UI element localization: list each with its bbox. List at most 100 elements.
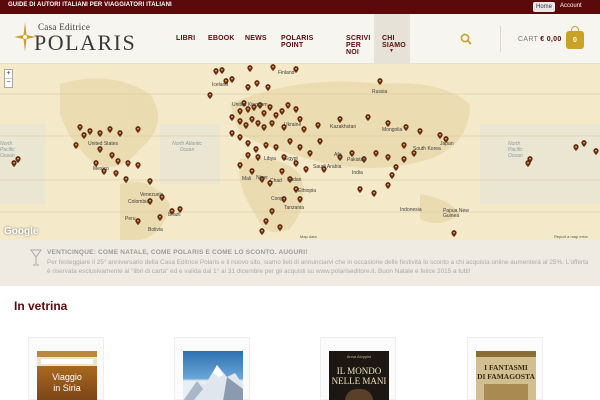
book-cover-i-fantasmi-di-famagosta[interactable]: I FANTASMI DI FAMAGOSTA <box>476 351 536 400</box>
map-pin-dot <box>367 115 369 118</box>
account-link[interactable]: Account <box>560 3 582 9</box>
map-pin-dot <box>111 153 113 156</box>
nav-chi-siamo[interactable]: CHI SIAMO <box>382 35 406 49</box>
book-card[interactable] <box>174 337 250 400</box>
map-pin-dot <box>263 111 265 114</box>
map-zoom-control[interactable]: + − <box>4 69 13 88</box>
map-pin-dot <box>317 123 319 126</box>
map-pin-dot <box>257 155 259 158</box>
nav-scrivi-per-noi[interactable]: SCRIVI PER NOI <box>346 35 371 56</box>
map-pin-dot <box>272 65 274 68</box>
chevron-down-icon: ▼ <box>389 48 394 54</box>
map-label-egypt: Egypt <box>285 156 298 162</box>
announcement: VENTICINQUE: COME NATALE, COME POLARIS E… <box>0 240 600 286</box>
book-author: Anna Aloppini <box>346 354 372 359</box>
map-data-credit: Map data <box>300 234 317 239</box>
nav-libri[interactable]: LIBRI <box>176 35 195 42</box>
map-pin-dot <box>99 147 101 150</box>
zoom-out-button[interactable]: − <box>5 78 12 87</box>
map-pin-dot <box>387 155 389 158</box>
book-card[interactable]: Anna Aloppini IL MONDO NELLE MANI <box>320 337 396 400</box>
map-pin-dot <box>391 173 393 176</box>
map-pin-dot <box>251 169 253 172</box>
book-cover-viaggio-in-siria[interactable]: Viaggio in Siria <box>37 351 97 400</box>
map-pin-dot <box>295 107 297 110</box>
book-card[interactable]: Viaggio in Siria <box>28 337 104 400</box>
mountain-illustration <box>183 365 243 400</box>
map-pin-dot <box>261 229 263 232</box>
site-tagline: GUIDE DI AUTORI ITALIANI PER VIAGGIATORI… <box>8 2 172 8</box>
map-pin-dot <box>75 143 77 146</box>
map-pin-dot <box>265 219 267 222</box>
map-label-japan: Japan <box>440 141 454 147</box>
cart-link[interactable]: CART € 0,00 <box>518 36 562 43</box>
map-label-niger: Niger <box>256 175 268 181</box>
map-pin-dot <box>289 139 291 142</box>
map-pin-dot <box>95 161 97 164</box>
book-title-line1: IL MONDO <box>336 366 382 376</box>
map-label-north-atlantic: North Atlantic Ocean <box>172 141 202 153</box>
map-pin-dot <box>309 151 311 154</box>
cart-bag-icon[interactable]: 0 <box>566 26 584 49</box>
map-pin-dot <box>269 105 271 108</box>
announcement-title[interactable]: VENTICINQUE: COME NATALE, COME POLARIS E… <box>47 249 308 256</box>
map-pin-dot <box>215 69 217 72</box>
map-pin-dot <box>239 119 241 122</box>
map-label-tanzania: Tanzania <box>284 205 305 211</box>
map-pin-dot <box>419 129 421 132</box>
map-pin-dot <box>83 133 85 136</box>
world-map[interactable]: + − Finland Iceland Russia United Kingdo… <box>0 64 600 240</box>
book-cover-mountain[interactable] <box>183 351 243 400</box>
site-logo[interactable]: Casa Editrice POLARIS <box>14 22 135 58</box>
map-pin-dot <box>267 85 269 88</box>
zoom-in-button[interactable]: + <box>5 70 12 78</box>
book-title-line1: Viaggio <box>52 372 82 382</box>
wine-glass-icon <box>30 249 42 266</box>
map-label-chad: Chad <box>270 178 282 184</box>
map-pin-dot <box>247 153 249 156</box>
map-pin-dot <box>127 161 129 164</box>
map-pin-dot <box>245 123 247 126</box>
map-pin-dot <box>247 85 249 88</box>
map-label-north-pacific-right: North Pacific Ocean <box>508 141 523 159</box>
map-label-south-korea: South Korea <box>413 146 441 152</box>
nav-polaris-point[interactable]: POLARIS POINT <box>281 35 314 49</box>
cart-amount: € 0,00 <box>540 36 562 43</box>
map-pin-dot <box>239 109 241 112</box>
map-label-congo: Congo <box>271 196 286 202</box>
map-label-indonesia: Indonesia <box>400 207 422 213</box>
map-label-papua: Papua New Guinea <box>443 208 469 219</box>
nav-news[interactable]: NEWS <box>245 35 267 42</box>
map-pin-dot <box>275 145 277 148</box>
map-pin-dot <box>299 197 301 200</box>
map-pin-dot <box>271 209 273 212</box>
map-pin-dot <box>373 191 375 194</box>
map-pin-dot <box>137 127 139 130</box>
map-label-finland: Finland <box>278 70 295 76</box>
map-label-saudi-arabia: Saudi Arabia <box>313 164 342 170</box>
map-label-north-pacific-left: North Pacific Ocean <box>0 141 15 159</box>
map-pin-dot <box>159 215 161 218</box>
map-pin-dot <box>275 113 277 116</box>
top-bar: GUIDE DI AUTORI ITALIANI PER VIAGGIATORI… <box>0 0 600 14</box>
search-icon[interactable] <box>460 33 472 45</box>
book-card[interactable]: I FANTASMI DI FAMAGOSTA <box>467 337 543 400</box>
map-pin-dot <box>453 231 455 234</box>
map-pin-dot <box>79 125 81 128</box>
map-pin-dot <box>137 219 139 222</box>
map-pin-dot <box>295 161 297 164</box>
map-pin-dot <box>351 151 353 154</box>
report-map-error-link[interactable]: Report a map error <box>554 234 588 239</box>
home-link[interactable]: Home <box>533 2 556 12</box>
map-pin-dot <box>295 67 297 70</box>
map-pin-dot <box>247 141 249 144</box>
book-cover-il-mondo-nelle-mani[interactable]: Anna Aloppini IL MONDO NELLE MANI <box>329 351 389 400</box>
map-pin-dot <box>221 68 223 71</box>
map-pin-dot <box>239 135 241 138</box>
map-label-iceland: Iceland <box>212 82 229 88</box>
nav-ebook[interactable]: EBOOK <box>208 35 235 42</box>
map-pin-dot <box>209 93 211 96</box>
map-label-bolivia: Bolivia <box>148 227 163 233</box>
section-title-vetrina: In vetrina <box>14 299 68 313</box>
map-pin-dot <box>339 117 341 120</box>
